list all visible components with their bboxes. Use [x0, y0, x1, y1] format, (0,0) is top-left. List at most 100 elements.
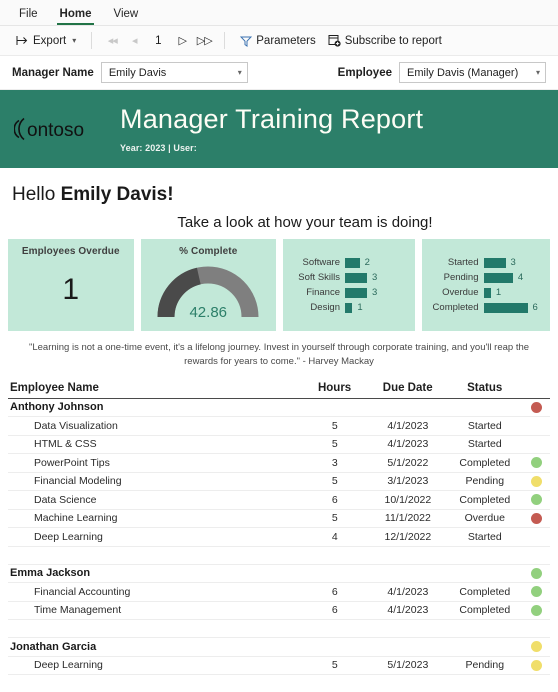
- tab-file[interactable]: File: [8, 5, 49, 25]
- cell-status: Started: [467, 530, 502, 543]
- category-bar: [345, 287, 367, 298]
- cell-course-name: Deep Learning: [34, 659, 103, 672]
- report-toolbar: Export ▾ ◂◂ ◂ 1 ▷ ▷▷ Parameters Subscrib…: [0, 26, 558, 56]
- banner-text-block: Manager Training Report Year: 2023 | Use…: [120, 104, 423, 153]
- table-group-row[interactable]: Emma Jackson: [8, 565, 550, 583]
- card-courses-by-category-title: [283, 239, 415, 246]
- report-banner: ontoso Manager Training Report Year: 202…: [0, 90, 558, 168]
- last-page-icon[interactable]: ▷▷: [193, 34, 215, 47]
- cell-status: Completed: [459, 585, 511, 598]
- greeting-line: Hello Emily Davis!: [0, 168, 558, 206]
- group-status-dot: [523, 401, 550, 413]
- table-group-row[interactable]: Jonathan Garcia: [8, 638, 550, 657]
- cell-status: Completed: [459, 456, 511, 469]
- svg-text:ontoso: ontoso: [27, 120, 84, 141]
- status-dot: [530, 401, 542, 413]
- chevron-down-icon[interactable]: ▾: [72, 36, 76, 45]
- tab-home[interactable]: Home: [49, 5, 103, 25]
- employee-select[interactable]: Emily Davis (Manager) ▾: [399, 62, 546, 83]
- cell-course-name: Time Management: [34, 604, 122, 617]
- category-row: Finance 3: [287, 285, 407, 300]
- chevron-down-icon[interactable]: ▾: [536, 68, 540, 77]
- category-value: 1: [357, 302, 363, 313]
- cell-due-date: 4/1/2023: [387, 604, 429, 617]
- table-group-row[interactable]: Anthony Johnson: [8, 399, 550, 417]
- card-courses-by-status-title: [422, 239, 551, 246]
- parameters-label: Parameters: [256, 34, 316, 47]
- category-bar: [345, 272, 367, 283]
- first-page-icon[interactable]: ◂◂: [101, 34, 123, 47]
- cell-status-dot: [523, 659, 550, 671]
- cell-hours: 3: [331, 456, 338, 469]
- card-percent-complete-title: % Complete: [179, 246, 238, 257]
- cell-course-name: PowerPoint Tips: [34, 456, 110, 469]
- greeting-name: Emily Davis!: [60, 184, 174, 205]
- kpi-card-row: Employees Overdue 1 % Complete 42.86 Sof…: [0, 231, 558, 331]
- cell-hours: 6: [331, 585, 338, 598]
- export-button[interactable]: Export ▾: [10, 32, 82, 50]
- manager-name-select[interactable]: Emily Davis ▾: [100, 62, 248, 83]
- table-row[interactable]: HTML & CSS 5 4/1/2023 Started: [8, 436, 550, 454]
- status-row: Started 3: [426, 255, 543, 270]
- export-icon: [16, 35, 29, 46]
- greeting-prefix: Hello: [12, 184, 61, 205]
- status-dot: [530, 475, 542, 487]
- previous-page-icon[interactable]: ◂: [123, 34, 145, 47]
- cell-hours: 5: [331, 512, 338, 525]
- cell-status-dot: [523, 586, 550, 598]
- cell-due-date: 4/1/2023: [387, 419, 429, 432]
- cell-status: Completed: [459, 493, 511, 506]
- table-row[interactable]: PowerPoint Tips 3 5/1/2022 Completed: [8, 454, 550, 473]
- table-row[interactable]: Financial Accounting 6 4/1/2023 Completed: [8, 583, 550, 602]
- column-header-employee-name: Employee Name: [10, 381, 99, 394]
- cell-status: Completed: [459, 604, 511, 617]
- cell-due-date: 5/1/2022: [387, 456, 429, 469]
- table-row[interactable]: Time Management 6 4/1/2023 Completed: [8, 602, 550, 620]
- subscribe-page-plus-icon: [328, 34, 341, 47]
- report-subtitle: Year: 2023 | User:: [120, 142, 197, 153]
- manager-name-label: Manager Name: [12, 66, 94, 79]
- cell-hours: 6: [331, 493, 338, 506]
- table-row[interactable]: Deep Learning 5 5/1/2023 Pending: [8, 657, 550, 675]
- cell-due-date: 10/1/2022: [384, 493, 432, 506]
- cell-course-name: Machine Learning: [34, 512, 118, 525]
- cell-status: Pending: [465, 659, 505, 672]
- tab-view[interactable]: View: [102, 5, 149, 25]
- column-header-status: Status: [467, 381, 503, 394]
- cell-status-dot: [523, 512, 550, 524]
- table-row[interactable]: Data Science 6 10/1/2022 Completed: [8, 491, 550, 510]
- export-label: Export: [33, 34, 67, 47]
- table-row[interactable]: Deep Learning 4 12/1/2022 Started: [8, 528, 550, 547]
- status-dot: [530, 586, 542, 598]
- table-row[interactable]: Financial Modeling 5 3/1/2023 Pending: [8, 473, 550, 491]
- group-employee-name: Anthony Johnson: [10, 401, 104, 414]
- category-bar: [345, 302, 353, 313]
- employee-label: Employee: [337, 66, 392, 79]
- table-row[interactable]: Data Visualization 5 4/1/2023 Started: [8, 417, 550, 436]
- card-employees-overdue-value: 1: [62, 273, 80, 306]
- category-value: 2: [364, 257, 370, 268]
- parameters-button[interactable]: Parameters: [234, 32, 321, 50]
- next-page-icon[interactable]: ▷: [171, 34, 193, 47]
- table-row[interactable]: Machine Learning 5 11/1/2022 Overdue: [8, 510, 550, 528]
- status-label: Completed: [432, 302, 479, 313]
- group-status-dot: [523, 567, 550, 579]
- status-value: 3: [510, 257, 516, 268]
- cell-status-dot: [523, 604, 550, 616]
- cell-status: Started: [467, 438, 502, 451]
- cell-hours: 4: [331, 530, 338, 543]
- cell-course-name: HTML & CSS: [34, 438, 97, 451]
- cell-hours: 6: [331, 604, 338, 617]
- card-employees-overdue-title: Employees Overdue: [21, 246, 120, 257]
- status-dot: [530, 641, 542, 653]
- toolbar-divider-1: [91, 32, 93, 49]
- subscribe-button[interactable]: Subscribe to report: [322, 31, 448, 50]
- status-row: Overdue 1: [426, 285, 543, 300]
- cell-course-name: Deep Learning: [34, 530, 103, 543]
- cell-course-name: Financial Accounting: [34, 585, 131, 598]
- category-bar-chart: Software 2 Soft Skills 3 Finance 3 Design 1: [283, 246, 415, 315]
- status-value: 4: [517, 272, 524, 283]
- chevron-down-icon[interactable]: ▾: [238, 68, 242, 77]
- page-number-input[interactable]: 1: [145, 35, 171, 47]
- training-table: Employee Name Hours Due Date Status Anth…: [0, 370, 558, 675]
